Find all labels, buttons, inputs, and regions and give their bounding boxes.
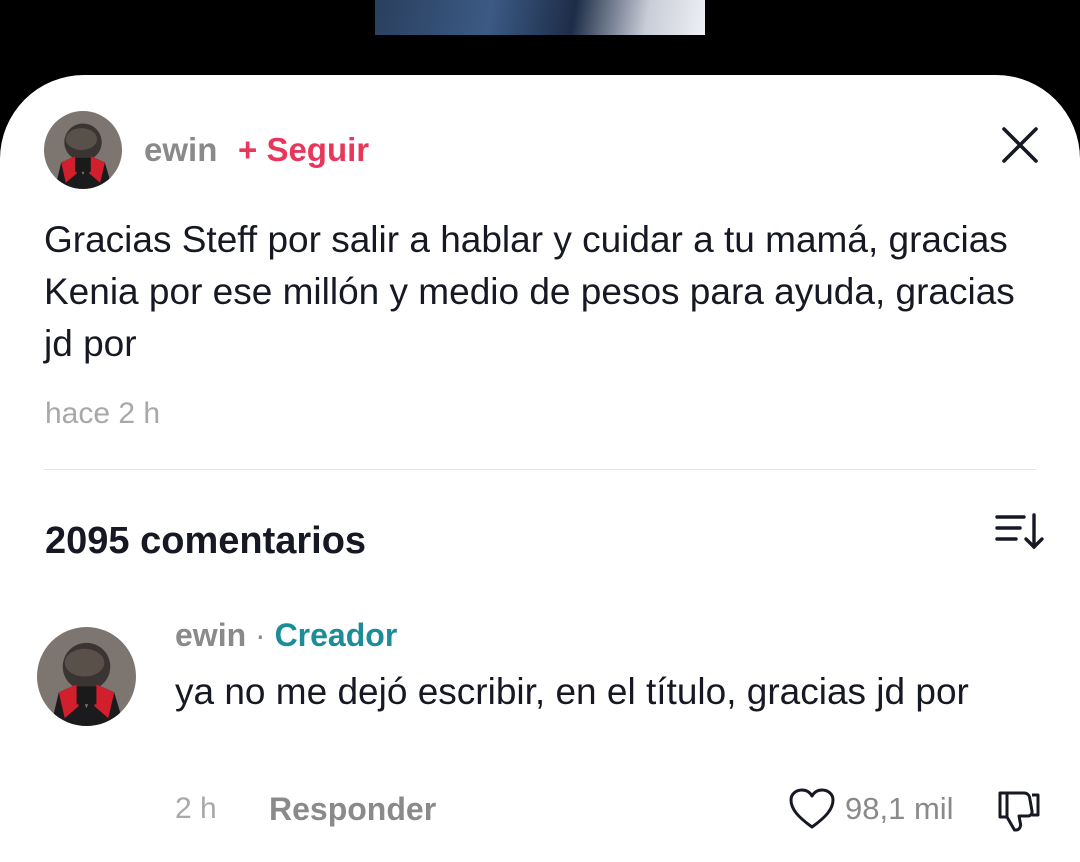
author-avatar[interactable] [44, 111, 122, 189]
close-button[interactable] [998, 123, 1042, 167]
video-preview[interactable] [375, 0, 705, 35]
dislike-button[interactable] [994, 787, 1042, 835]
sort-icon [995, 513, 1044, 550]
comment-meta: ewin · Creador [175, 617, 397, 653]
post-caption: Gracias Steff por salir a hablar y cuida… [44, 219, 1015, 364]
commenter-name[interactable]: ewin [175, 617, 246, 653]
divider [44, 469, 1036, 470]
commenter-avatar[interactable] [37, 627, 136, 726]
follow-button[interactable]: + Seguir [238, 132, 369, 168]
comment-text: ya no me dejó escribir, en el título, gr… [175, 671, 969, 712]
author-name[interactable]: ewin [144, 132, 217, 168]
sort-button[interactable] [994, 511, 1046, 551]
comments-sheet: ewin + Seguir Gracias Steff por salir a … [0, 75, 1080, 862]
creator-badge: Creador [274, 617, 398, 653]
like-count: 98,1 mil [845, 791, 954, 826]
close-icon [1002, 127, 1038, 163]
thumbs-down-icon [998, 791, 1040, 832]
comment-time: 2 h [175, 792, 217, 825]
comment-count: 2095 comentarios [45, 520, 367, 562]
post-timestamp: hace 2 h [45, 397, 161, 430]
reply-button[interactable]: Responder [269, 792, 436, 826]
like-button[interactable] [788, 787, 836, 831]
heart-outline-icon [789, 788, 835, 829]
meta-separator: · [255, 617, 266, 653]
